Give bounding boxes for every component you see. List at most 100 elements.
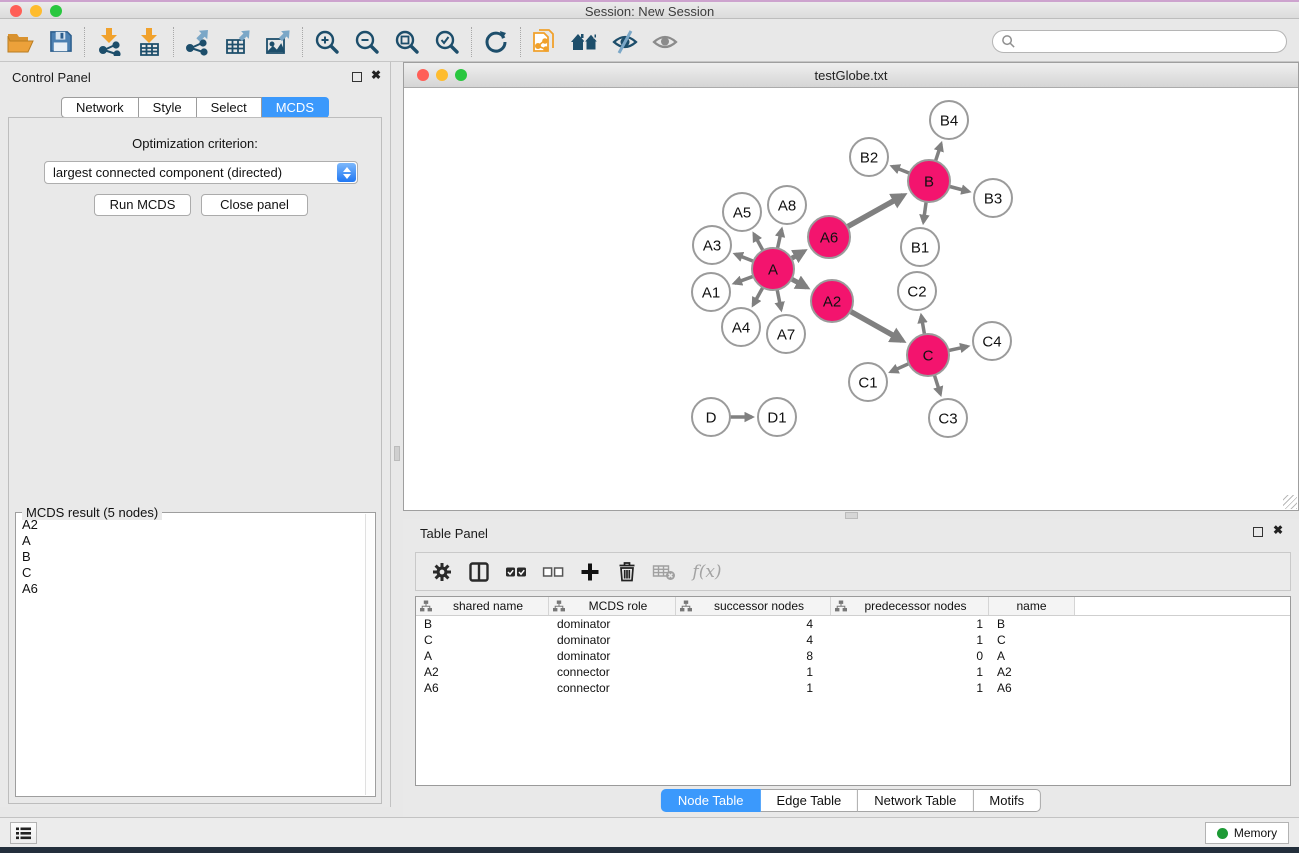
horizontal-split-handle[interactable] <box>845 512 858 519</box>
column-header-MCDS-role[interactable]: MCDS role <box>549 597 676 615</box>
mcds-result-item[interactable]: A2 <box>17 517 365 533</box>
graph-node-A2[interactable]: A2 <box>811 280 853 322</box>
network-window-titlebar[interactable]: testGlobe.txt <box>404 63 1298 88</box>
graph-node-C2[interactable]: C2 <box>898 272 936 310</box>
tab-edge-table[interactable]: Edge Table <box>760 789 858 812</box>
search-input[interactable] <box>992 30 1287 53</box>
graph-node-A6[interactable]: A6 <box>808 216 850 258</box>
graph-node-C[interactable]: C <box>907 334 949 376</box>
column-header-name[interactable]: name <box>989 597 1075 615</box>
svg-text:B4: B4 <box>940 113 958 130</box>
refresh-view-icon[interactable] <box>476 25 516 59</box>
vertical-split-handle[interactable] <box>394 446 400 461</box>
unselect-all-icon[interactable] <box>539 558 567 586</box>
graph-node-D[interactable]: D <box>692 398 730 436</box>
mcds-result-item[interactable]: B <box>17 549 365 565</box>
export-network-icon[interactable] <box>178 25 218 59</box>
table-row-B[interactable]: Bdominator41B <box>416 616 1290 632</box>
memory-status-dot <box>1217 828 1228 839</box>
table-row-A[interactable]: Adominator80A <box>416 648 1290 664</box>
tab-style[interactable]: Style <box>139 97 197 118</box>
control-panel-header: Control Panel ✖ <box>0 62 390 92</box>
graph-node-A3[interactable]: A3 <box>693 226 731 264</box>
table-row-C[interactable]: Cdominator41C <box>416 632 1290 648</box>
mcds-result-item[interactable]: A <box>17 533 365 549</box>
svg-text:A1: A1 <box>702 285 720 302</box>
import-table-icon[interactable] <box>129 25 169 59</box>
column-header-predecessor-nodes[interactable]: predecessor nodes <box>831 597 989 615</box>
svg-text:B: B <box>924 174 934 191</box>
cell-successor-nodes: 1 <box>676 664 831 680</box>
export-table-icon[interactable] <box>218 25 258 59</box>
svg-text:D: D <box>706 410 717 427</box>
tab-select[interactable]: Select <box>197 97 262 118</box>
table-row-A6[interactable]: A6connector11A6 <box>416 680 1290 696</box>
table-close-panel-icon[interactable]: ✖ <box>1273 523 1283 537</box>
title-bar: Session: New Session <box>0 0 1299 19</box>
graph-node-A7[interactable]: A7 <box>767 315 805 353</box>
tab-motifs[interactable]: Motifs <box>973 789 1041 812</box>
tab-node-table[interactable]: Node Table <box>661 789 761 812</box>
mcds-result-item[interactable]: A6 <box>17 581 365 597</box>
graph-node-B2[interactable]: B2 <box>850 138 888 176</box>
network-from-file-icon[interactable] <box>525 25 565 59</box>
zoom-out-icon[interactable] <box>347 25 387 59</box>
graph-node-D1[interactable]: D1 <box>758 398 796 436</box>
cell-shared-name: C <box>416 632 549 648</box>
run-mcds-button[interactable]: Run MCDS <box>94 194 191 216</box>
network-canvas[interactable]: B4 B2 B B3 A5A8A6 A3 B1 A A1 C2 A2 A4 A7 C4 C C1 C3 D D1 <box>404 88 1298 510</box>
cell-name: C <box>989 632 1075 648</box>
add-column-icon[interactable] <box>576 558 604 586</box>
mcds-result-scrollbar[interactable] <box>365 514 374 795</box>
delete-column-icon[interactable] <box>613 558 641 586</box>
graph-node-B4[interactable]: B4 <box>930 101 968 139</box>
close-panel-button[interactable]: Close panel <box>201 194 308 216</box>
zoom-in-icon[interactable] <box>307 25 347 59</box>
graph-node-C4[interactable]: C4 <box>973 322 1011 360</box>
tab-network[interactable]: Network <box>61 97 139 118</box>
select-all-icon[interactable] <box>502 558 530 586</box>
graph-node-B3[interactable]: B3 <box>974 179 1012 217</box>
criterion-dropdown[interactable]: largest connected component (directed) <box>44 161 358 184</box>
graph-node-C1[interactable]: C1 <box>849 363 887 401</box>
cell-shared-name: A6 <box>416 680 549 696</box>
graph-node-A5[interactable]: A5 <box>723 193 761 231</box>
window-resize-grip[interactable] <box>1283 495 1297 509</box>
settings-gear-icon[interactable] <box>428 558 456 586</box>
graph-node-B1[interactable]: B1 <box>901 228 939 266</box>
memory-status-button[interactable]: Memory <box>1205 822 1289 844</box>
close-panel-icon[interactable]: ✖ <box>371 68 381 82</box>
home-icon[interactable] <box>565 25 605 59</box>
export-image-icon[interactable] <box>258 25 298 59</box>
show-column-icon[interactable] <box>465 558 493 586</box>
svg-text:A2: A2 <box>823 294 841 311</box>
float-panel-icon[interactable] <box>352 72 362 82</box>
function-builder-icon[interactable]: f(x) <box>687 558 727 586</box>
tab-mcds[interactable]: MCDS <box>262 97 329 118</box>
graph-node-A1[interactable]: A1 <box>692 273 730 311</box>
save-session-icon[interactable] <box>40 25 80 59</box>
graph-node-B[interactable]: B <box>908 160 950 202</box>
column-header-shared-name[interactable]: shared name <box>416 597 549 615</box>
svg-text:A4: A4 <box>732 320 750 337</box>
zoom-fit-icon[interactable] <box>387 25 427 59</box>
import-network-icon[interactable] <box>89 25 129 59</box>
delete-table-icon[interactable] <box>650 558 678 586</box>
task-history-list-button[interactable] <box>10 822 37 844</box>
cell-name: B <box>989 616 1075 632</box>
table-panel-title: Table Panel <box>420 526 488 541</box>
mcds-result-item[interactable]: C <box>17 565 365 581</box>
graph-node-A8[interactable]: A8 <box>768 186 806 224</box>
table-row-A2[interactable]: A2connector11A2 <box>416 664 1290 680</box>
tab-network-table[interactable]: Network Table <box>858 789 973 812</box>
graph-node-A4[interactable]: A4 <box>722 308 760 346</box>
table-float-panel-icon[interactable] <box>1253 527 1263 537</box>
zoom-selected-icon[interactable] <box>427 25 467 59</box>
column-header-successor-nodes[interactable]: successor nodes <box>676 597 831 615</box>
hide-graphics-details-icon[interactable] <box>605 25 645 59</box>
open-session-icon[interactable] <box>0 25 40 59</box>
show-graphics-details-icon[interactable] <box>645 25 685 59</box>
graph-node-C3[interactable]: C3 <box>929 399 967 437</box>
cell-shared-name: B <box>416 616 549 632</box>
graph-node-A[interactable]: A <box>752 248 794 290</box>
